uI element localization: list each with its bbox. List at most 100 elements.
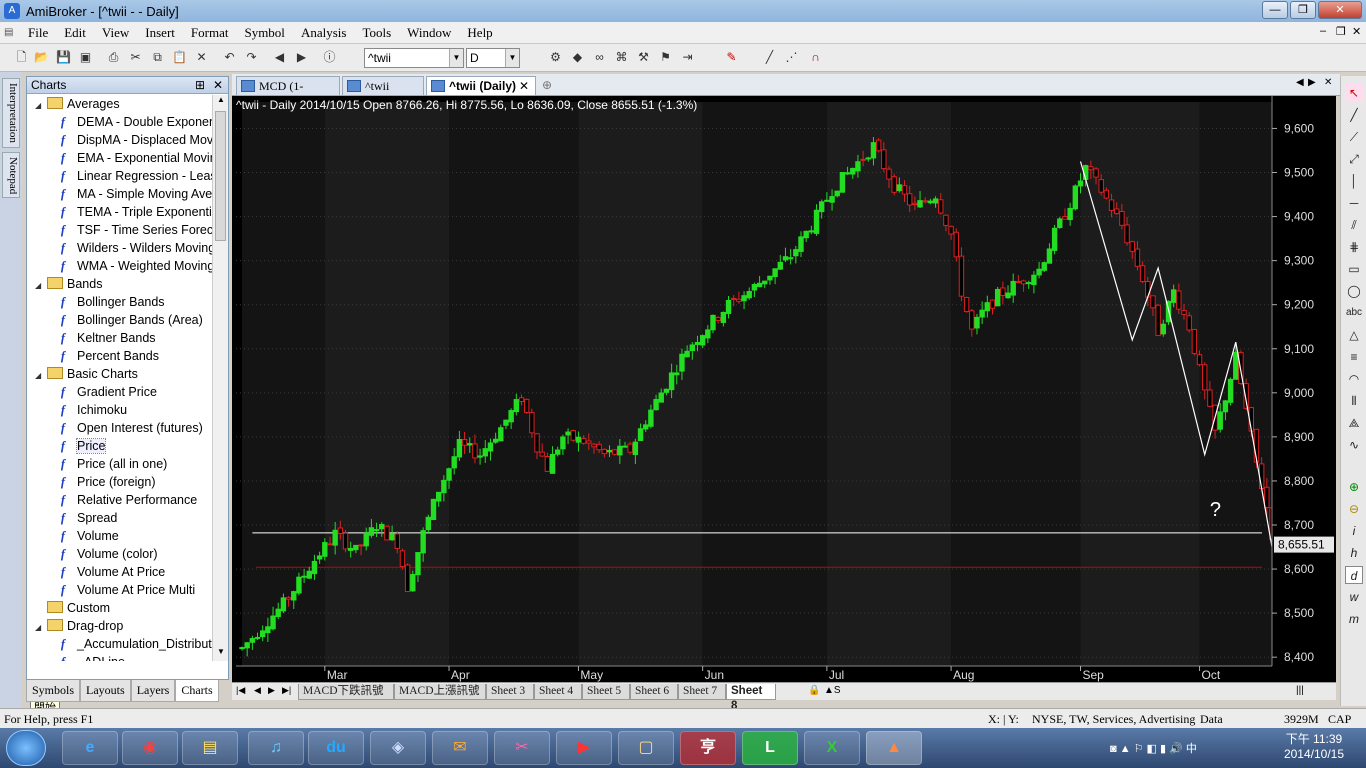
horizontal-line-icon[interactable]: ─ [1345,194,1363,212]
first-sheet-icon[interactable]: |◀ [236,685,245,696]
tab-layers[interactable]: Layers [130,680,176,702]
interval-i-icon[interactable]: i [1345,522,1363,540]
sheet-tab[interactable]: Sheet 8 [726,684,776,712]
candle-body[interactable] [637,428,644,441]
candle-body[interactable] [772,268,778,278]
candle-body[interactable] [829,196,835,203]
candle-body[interactable] [844,172,851,175]
candle-body[interactable] [311,560,318,575]
candle-body[interactable] [487,442,494,452]
candle-body[interactable] [1155,304,1161,336]
collapse-icon[interactable]: ◢ [35,619,45,637]
zoom-in-icon[interactable]: ⊕ [1345,478,1363,496]
candle-body[interactable] [1150,295,1156,309]
menu-format[interactable]: Format [183,25,237,41]
candle-body[interactable] [674,372,680,376]
candle-body[interactable] [342,532,349,550]
candle-body[interactable] [632,441,639,456]
candle-body[interactable] [1227,378,1234,403]
tree-formula[interactable]: f TSF - Time Series Forecast [57,221,213,239]
tab-scroll-right-icon[interactable]: ▶ [1308,77,1316,88]
parallel-lines-icon[interactable]: ⫽ [1345,216,1363,234]
snip-icon[interactable]: ✂ [494,731,550,765]
trendline-icon[interactable]: ╱ [1345,106,1363,124]
delete-icon[interactable]: ✕ [194,50,209,65]
candle-body[interactable] [684,350,690,358]
menu-view[interactable]: View [94,25,137,41]
candle-body[interactable] [1098,179,1104,193]
line-icon[interactable]: L [742,731,798,765]
candle-body[interactable] [477,455,483,458]
candle-body[interactable] [813,209,820,234]
candle-body[interactable] [570,429,576,441]
candle-body[interactable] [741,295,747,302]
candle-body[interactable] [379,524,385,530]
candle-body[interactable] [886,168,892,180]
itunes-icon[interactable]: ♫ [248,731,304,765]
candle-body[interactable] [332,529,338,546]
candle-body[interactable] [280,597,287,612]
tree-formula[interactable]: f Spread [57,509,117,527]
menu-tools[interactable]: Tools [354,25,399,41]
collapse-icon[interactable]: ◢ [35,97,45,115]
text-tool-icon[interactable]: abc [1345,304,1363,322]
scroll-grip-icon[interactable]: ||| [1296,685,1304,696]
candle-body[interactable] [523,398,530,413]
candle-body[interactable] [555,449,561,455]
paste-icon[interactable]: 📋 [172,50,187,65]
candle-body[interactable] [560,436,566,450]
candle-body[interactable] [881,149,887,170]
candle-body[interactable] [410,574,416,592]
tree-formula[interactable]: f Wilders - Wilders Moving [57,239,213,257]
candle-body[interactable] [249,638,256,643]
candle-body[interactable] [456,439,463,458]
candle-body[interactable] [901,185,908,195]
candle-body[interactable] [943,214,949,226]
candle-body[interactable] [787,257,794,260]
candle-body[interactable] [896,184,903,192]
candle-body[interactable] [875,139,882,152]
last-sheet-icon[interactable]: ▶| [282,685,291,696]
sheet-tab[interactable]: Sheet 5 [582,684,630,700]
candle-body[interactable] [705,329,711,339]
symbol-combo[interactable]: ^twii ▼ [364,48,464,68]
candle-body[interactable] [404,564,411,592]
candle-body[interactable] [1067,207,1073,221]
candle-body[interactable] [492,438,499,443]
scroll-up-icon[interactable]: ▲ [214,95,228,109]
candle-body[interactable] [353,544,359,551]
candle-body[interactable] [467,443,473,446]
tree-formula[interactable]: f Volume At Price [57,563,165,581]
candle-body[interactable] [927,200,934,204]
sheet-tab[interactable]: Sheet 6 [630,684,678,700]
tree-formula[interactable]: f Ichimoku [57,401,127,419]
interval-combo[interactable]: D ▼ [466,48,520,68]
candle-body[interactable] [751,284,758,291]
arc-icon[interactable]: ◠ [1345,370,1363,388]
chrome-icon[interactable]: ◉ [122,731,178,765]
doc-tab-mcd[interactable]: MCD (1-minute) [236,76,340,111]
cloud-icon[interactable]: du [308,731,364,765]
candle-body[interactable] [963,296,970,313]
candle-body[interactable] [1114,208,1120,214]
tree-formula[interactable]: f Keltner Bands [57,329,156,347]
candle-body[interactable] [668,372,675,391]
mdi-close-icon[interactable]: ✕ [1352,25,1361,38]
candle-body[interactable] [1181,310,1187,315]
candle-body[interactable] [611,449,618,455]
scroll-down-icon[interactable]: ▼ [214,647,228,661]
cut-icon[interactable]: ✂ [128,50,143,65]
candle-body[interactable] [803,230,809,239]
candle-body[interactable] [275,608,281,617]
candle-body[interactable] [441,479,447,494]
candle-body[interactable] [337,527,344,534]
candle-body[interactable] [969,310,975,330]
candle-body[interactable] [710,314,716,331]
candle-body[interactable] [461,439,468,446]
candle-body[interactable] [922,200,928,203]
menu-file[interactable]: File [20,25,56,41]
candle-body[interactable] [694,341,701,345]
sheet-tab[interactable]: MACD上漲訊號 [394,684,486,700]
candle-body[interactable] [1186,315,1192,331]
candle-body[interactable] [1093,168,1099,178]
